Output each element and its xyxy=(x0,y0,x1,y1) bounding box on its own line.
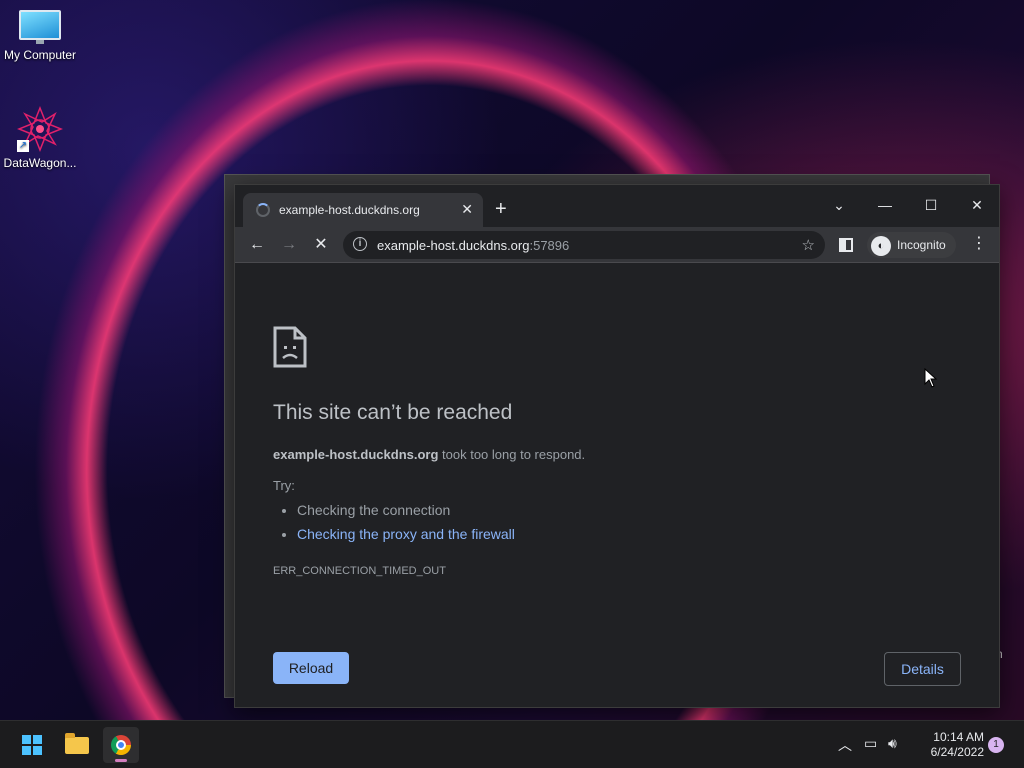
clock-time: 10:14 AM xyxy=(933,730,984,744)
datawagon-shortcut-icon: ↗ xyxy=(16,105,64,153)
sad-document-icon xyxy=(273,326,307,368)
chrome-taskbar-button[interactable] xyxy=(103,727,139,763)
error-title: This site can’t be reached xyxy=(273,401,513,424)
stop-loading-icon[interactable]: ✕ xyxy=(309,233,333,257)
error-page: This site can’t be reached example-host.… xyxy=(235,264,999,707)
desktop-icon-my-computer[interactable]: My Computer xyxy=(0,10,80,62)
proxy-firewall-link[interactable]: Checking the proxy and the firewall xyxy=(297,526,515,542)
error-message: example-host.duckdns.org took too long t… xyxy=(273,447,585,462)
url-port: :57896 xyxy=(529,238,570,253)
title-bar[interactable]: example-host.duckdns.org ✕ + ⌄ — ☐ ✕ xyxy=(235,185,999,227)
new-tab-icon[interactable]: + xyxy=(495,199,507,219)
tab-close-icon[interactable]: ✕ xyxy=(461,201,473,218)
notification-badge[interactable]: 1 xyxy=(988,737,1004,753)
tab-search-chevron-icon[interactable]: ⌄ xyxy=(819,191,859,219)
volume-icon[interactable]: 🔊︎ xyxy=(888,735,897,752)
browser-menu-icon[interactable]: ⋮ xyxy=(971,233,987,253)
side-panel-icon[interactable] xyxy=(839,238,853,252)
minimize-icon[interactable]: — xyxy=(865,191,905,219)
active-indicator xyxy=(115,759,127,762)
site-info-icon[interactable]: i xyxy=(353,237,367,251)
forward-icon[interactable]: → xyxy=(277,233,301,257)
suggestion-item: Checking the connection xyxy=(297,502,515,518)
taskbar: ︿ ▭ 🔊︎ 10:14 AM 6/24/2022 1 xyxy=(0,720,1024,768)
reload-button[interactable]: Reload xyxy=(273,652,349,684)
shortcut-arrow-icon: ↗ xyxy=(17,140,29,152)
clock-date: 6/24/2022 xyxy=(930,745,984,759)
network-icon[interactable]: ▭ xyxy=(864,735,877,752)
computer-icon xyxy=(19,10,61,44)
incognito-profile-button[interactable]: ◐ Incognito xyxy=(867,232,956,258)
error-message-text: took too long to respond. xyxy=(438,447,586,462)
address-bar[interactable]: i example-host.duckdns.org:57896 ☆ xyxy=(343,231,825,259)
bookmark-star-icon[interactable]: ☆ xyxy=(802,236,815,254)
file-explorer-button[interactable] xyxy=(59,727,95,763)
tab-title: example-host.duckdns.org xyxy=(279,203,420,217)
browser-toolbar: ← → ✕ i example-host.duckdns.org:57896 ☆… xyxy=(235,227,999,263)
incognito-label: Incognito xyxy=(897,238,946,252)
back-icon[interactable]: ← xyxy=(245,233,269,257)
close-window-icon[interactable]: ✕ xyxy=(957,191,997,219)
loading-spinner-icon xyxy=(256,203,270,217)
show-hidden-icons-chevron-icon[interactable]: ︿ xyxy=(838,735,852,755)
error-code: ERR_CONNECTION_TIMED_OUT xyxy=(273,565,446,577)
desktop-icon-datawagon[interactable]: ↗ DataWagon... xyxy=(0,105,80,170)
desktop-icon-label: My Computer xyxy=(3,48,77,62)
details-button[interactable]: Details xyxy=(884,652,961,686)
start-button[interactable] xyxy=(14,727,50,763)
start-icon xyxy=(22,735,42,755)
desktop-icon-label: DataWagon... xyxy=(3,156,77,170)
address-url[interactable]: example-host.duckdns.org:57896 xyxy=(377,238,569,253)
file-explorer-icon xyxy=(65,733,89,754)
mouse-cursor-icon xyxy=(924,368,938,388)
incognito-icon: ◐ xyxy=(871,235,891,256)
maximize-icon[interactable]: ☐ xyxy=(911,191,951,219)
error-try-label: Try: xyxy=(273,478,295,493)
browser-tab[interactable]: example-host.duckdns.org ✕ xyxy=(243,193,483,227)
suggestion-item: Checking the proxy and the firewall xyxy=(297,526,515,542)
url-host: example-host.duckdns.org xyxy=(377,238,530,253)
chrome-icon xyxy=(111,735,131,755)
error-suggestions: Checking the connection Checking the pro… xyxy=(297,502,515,550)
error-host: example-host.duckdns.org xyxy=(273,447,439,462)
browser-window[interactable]: example-host.duckdns.org ✕ + ⌄ — ☐ ✕ ← →… xyxy=(234,184,1000,708)
taskbar-clock[interactable]: 10:14 AM 6/24/2022 xyxy=(912,730,984,760)
